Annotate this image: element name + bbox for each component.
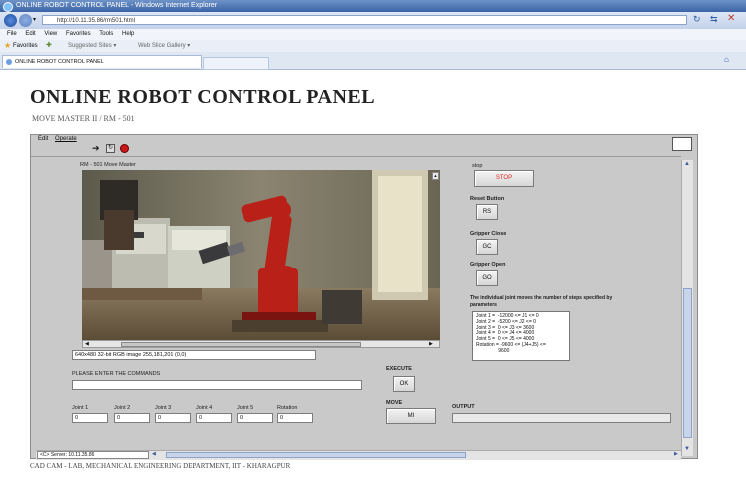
back-button[interactable]: [4, 14, 17, 27]
output-field: [452, 413, 671, 423]
applet-menu-edit[interactable]: Edit: [38, 136, 48, 142]
compat-icon[interactable]: ⇆: [710, 14, 718, 25]
joint-info-text: The individual joint moves the number of…: [470, 295, 613, 308]
joint-4-label: Joint 4: [196, 405, 213, 411]
gripper-close-section-label: Gripper Close: [470, 231, 507, 237]
tab-robot-panel[interactable]: ONLINE ROBOT CONTROL PANEL: [2, 55, 202, 68]
execute-section-label: EXECUTE: [386, 366, 412, 372]
menu-edit[interactable]: Edit: [25, 31, 35, 37]
home-icon[interactable]: ⌂: [724, 55, 729, 64]
joint-2-input[interactable]: 0: [114, 413, 150, 423]
menu-help[interactable]: Help: [122, 31, 134, 37]
tab-bar: ONLINE ROBOT CONTROL PANEL ⌂: [0, 52, 746, 70]
menu-view[interactable]: View: [44, 31, 57, 37]
fav-link-webslice[interactable]: Web Slice Gallery ▾: [138, 40, 190, 52]
stop-section-label: stop: [472, 163, 483, 169]
joint-2-label: Joint 2: [114, 405, 131, 411]
command-input[interactable]: [72, 380, 362, 390]
joint-5-label: Joint 5: [237, 405, 254, 411]
hscroll-left-icon[interactable]: ◀: [152, 451, 156, 457]
scroll-down-icon[interactable]: ▼: [684, 446, 690, 452]
command-label: PLEASE ENTER THE COMMANDS: [72, 371, 161, 377]
joint-1-label: Joint 1: [72, 405, 89, 411]
menu-favorites[interactable]: Favorites: [66, 31, 91, 37]
video-scrollbar[interactable]: ◀ ▶: [82, 340, 440, 348]
url-input[interactable]: http://10.11.35.86/rm501.html: [42, 15, 687, 25]
video-scroll-right-icon[interactable]: ▶: [429, 341, 433, 347]
reset-section-label: Reset Button: [470, 196, 505, 202]
execute-ok-button[interactable]: OK: [393, 376, 415, 392]
applet-horizontal-scrollbar[interactable]: <C> Server: 10.11.35.86 ◀ ▶: [36, 450, 681, 460]
page-title: ONLINE ROBOT CONTROL PANEL: [30, 86, 376, 108]
chevron-down-icon[interactable]: ▾: [33, 16, 36, 23]
page-footer: CAD CAM - LAB, MECHANICAL ENGINEERING DE…: [30, 462, 291, 470]
abort-icon[interactable]: [120, 144, 129, 153]
joint-limits-box: Joint 1 = -12000 <= J1 <= 0 Joint 2 = -5…: [472, 311, 570, 361]
move-section-label: MOVE: [386, 400, 403, 406]
applet-corner-icon: [672, 137, 692, 151]
scroll-up-icon[interactable]: ▲: [684, 161, 690, 167]
new-tab-button[interactable]: [203, 57, 269, 70]
window-title: ONLINE ROBOT CONTROL PANEL - Windows Int…: [16, 2, 218, 9]
menu-bar: File Edit View Favorites Tools Help: [0, 29, 746, 40]
refresh-icon[interactable]: ↻: [693, 14, 701, 25]
ie-logo-icon: [3, 2, 13, 12]
window-title-bar: ONLINE ROBOT CONTROL PANEL - Windows Int…: [0, 0, 746, 12]
hscroll-right-icon[interactable]: ▶: [674, 451, 678, 457]
applet-divider: [31, 156, 681, 157]
move-button[interactable]: MI: [386, 408, 436, 424]
forward-button[interactable]: [19, 14, 32, 27]
hscroll-thumb[interactable]: [166, 452, 466, 458]
stop-button[interactable]: STOP: [474, 170, 534, 187]
applet-vertical-scrollbar[interactable]: ▲ ▼: [681, 160, 693, 456]
joint-3-input[interactable]: 0: [155, 413, 191, 423]
rotation-input[interactable]: 0: [277, 413, 313, 423]
camera-feed-image: ▲: [82, 170, 440, 340]
page-icon: [6, 59, 12, 65]
video-scroll-up-icon[interactable]: ▲: [432, 172, 439, 180]
menu-file[interactable]: File: [7, 31, 17, 37]
gripper-close-button[interactable]: GC: [476, 239, 498, 255]
run-continuous-icon[interactable]: ↻: [106, 144, 115, 153]
run-arrow-icon[interactable]: ➔: [92, 144, 100, 153]
joint-4-input[interactable]: 0: [196, 413, 232, 423]
address-bar-row: ▾ http://10.11.35.86/rm501.html ↻ ⇆ ✕: [0, 12, 746, 29]
scroll-thumb[interactable]: [683, 288, 692, 438]
camera-label: RM - 501 Move Master: [80, 162, 136, 168]
joint-3-label: Joint 3: [155, 405, 172, 411]
favorites-bar: ★ Favorites ✚ Suggested Sites ▾ Web Slic…: [0, 40, 746, 52]
applet-menu-operate[interactable]: Operate: [55, 136, 77, 142]
menu-tools[interactable]: Tools: [99, 31, 113, 37]
gripper-open-section-label: Gripper Open: [470, 262, 506, 268]
fav-link-suggested[interactable]: Suggested Sites ▾: [68, 40, 116, 52]
image-info-field: 640x480 32-bit RGB image 255,181,201 (0,…: [72, 350, 316, 360]
gripper-open-button[interactable]: GO: [476, 270, 498, 286]
page-subtitle: MOVE MASTER II / RM - 501: [32, 114, 135, 123]
video-scroll-left-icon[interactable]: ◀: [85, 341, 89, 347]
stop-icon[interactable]: ✕: [727, 13, 735, 24]
reset-button[interactable]: RS: [476, 204, 498, 220]
tab-title: ONLINE ROBOT CONTROL PANEL: [15, 59, 104, 65]
joint-1-input[interactable]: 0: [72, 413, 108, 423]
star-icon[interactable]: ★: [4, 40, 11, 52]
rotation-label: Rotation: [277, 405, 298, 411]
server-status: <C> Server: 10.11.35.86: [37, 451, 149, 459]
joint-5-input[interactable]: 0: [237, 413, 273, 423]
video-scroll-thumb[interactable]: [121, 342, 361, 347]
favorites-button[interactable]: Favorites: [13, 40, 38, 52]
output-label: OUTPUT: [452, 404, 475, 410]
add-favorite-icon[interactable]: ✚: [46, 40, 52, 52]
robot-lab-photo: [82, 170, 440, 340]
